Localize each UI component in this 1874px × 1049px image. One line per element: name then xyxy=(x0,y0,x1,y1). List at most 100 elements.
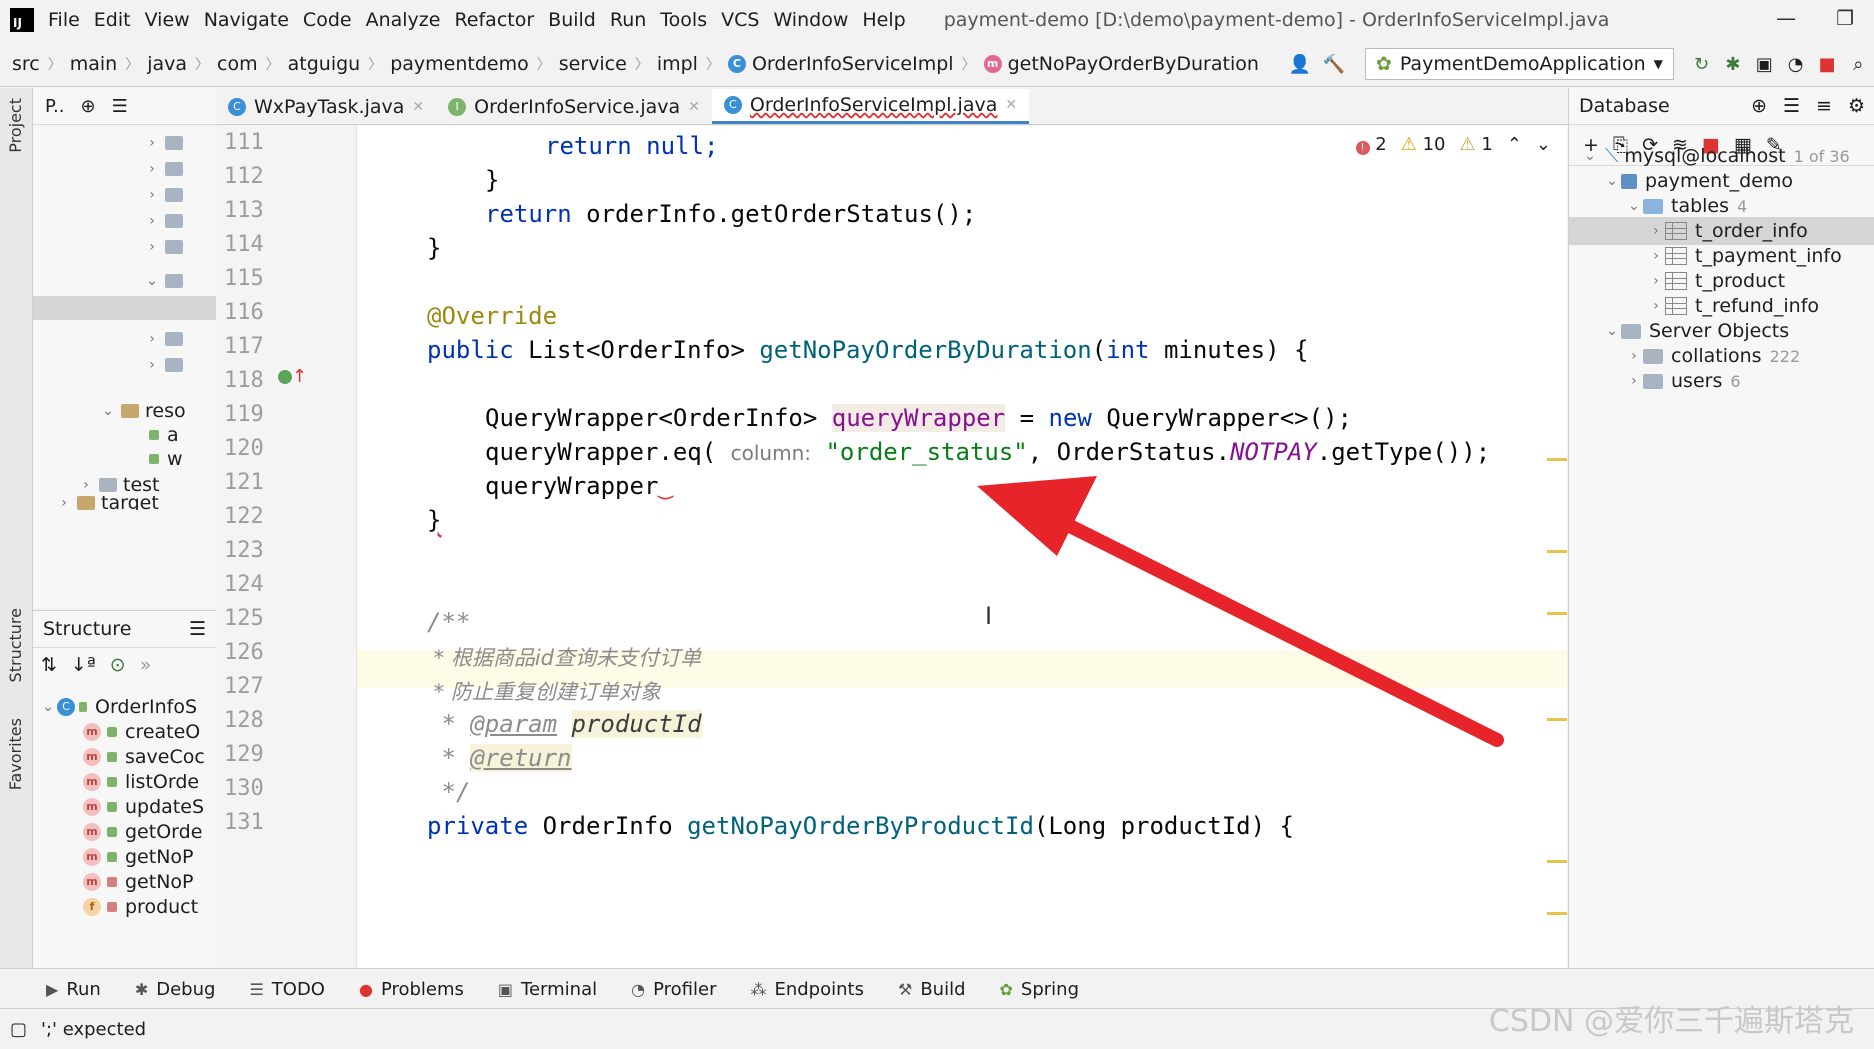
menu-tools[interactable]: Tools xyxy=(660,9,707,31)
menu-navigate[interactable]: Navigate xyxy=(204,9,289,31)
tree-row-config-file[interactable]: a xyxy=(149,422,179,448)
db-row-schema[interactable]: ⌄ payment_demo xyxy=(1603,167,1793,195)
menu-analyze[interactable]: Analyze xyxy=(366,9,441,31)
db-row-table[interactable]: › t_payment_info xyxy=(1647,242,1842,270)
override-arrow-icon[interactable]: ↑ xyxy=(292,366,307,387)
warning-marker[interactable] xyxy=(1547,912,1567,915)
tree-row[interactable]: › xyxy=(143,182,189,208)
tree-row[interactable]: › xyxy=(143,208,189,234)
rerun-icon[interactable]: ↻ xyxy=(1692,53,1711,75)
collapse-icon[interactable]: ☰ xyxy=(1783,95,1800,117)
crumb-paymentdemo[interactable]: paymentdemo xyxy=(390,53,529,75)
more-icon[interactable]: » xyxy=(140,654,152,676)
run-tool-button[interactable]: ▶ Run xyxy=(46,979,101,1000)
project-tool-tab[interactable]: Project xyxy=(6,98,25,153)
coverage-icon[interactable]: ▣ xyxy=(1755,53,1774,75)
structure-options-icon[interactable]: ☰ xyxy=(189,618,206,640)
structure-item[interactable]: m saveCoc xyxy=(83,743,205,771)
tab-orderinfoserviceimpl[interactable]: C OrderInfoServiceImpl.java ✕ xyxy=(711,89,1030,124)
tree-row-selected[interactable] xyxy=(33,296,216,320)
warning-marker[interactable] xyxy=(1547,458,1567,461)
db-row-table-selected[interactable]: › t_order_info xyxy=(1569,217,1874,245)
stop-icon[interactable]: ■ xyxy=(1817,53,1836,75)
terminal-tool-button[interactable]: ▣ Terminal xyxy=(498,979,597,1000)
tree-row[interactable]: › xyxy=(143,234,189,260)
project-view-selector[interactable]: P.. xyxy=(45,96,65,117)
todo-tool-button[interactable]: ☰ TODO xyxy=(249,979,325,1000)
crumb-com[interactable]: com xyxy=(217,53,258,75)
warning-marker[interactable] xyxy=(1547,718,1567,721)
endpoints-tool-button[interactable]: ⁂ Endpoints xyxy=(750,979,864,1000)
tree-row[interactable]: › xyxy=(143,352,189,378)
search-icon[interactable]: ⌕ xyxy=(1849,53,1868,75)
locate-icon[interactable]: ⊕ xyxy=(1751,95,1767,117)
menu-edit[interactable]: Edit xyxy=(94,9,131,31)
expand-icon[interactable]: ≡ xyxy=(1816,95,1832,117)
locate-icon[interactable]: ⊕ xyxy=(81,96,96,117)
db-row-tables[interactable]: ⌄ tables 4 xyxy=(1625,192,1747,220)
sort-visibility-icon[interactable]: ⇅ xyxy=(41,654,57,676)
crumb-impl[interactable]: impl xyxy=(657,53,698,75)
crumb-service[interactable]: service xyxy=(559,53,627,75)
crumb-atguigu[interactable]: atguigu xyxy=(288,53,361,75)
db-row-datasource[interactable]: ⌄ ⟍ mysql@localhost 1 of 36 xyxy=(1581,142,1850,170)
profile-icon[interactable]: ◔ xyxy=(1786,53,1805,75)
restore-icon[interactable]: ❐ xyxy=(1836,6,1854,30)
warning-marker[interactable] xyxy=(1547,860,1567,863)
warning-marker[interactable] xyxy=(1547,550,1567,553)
tab-wxpaytask[interactable]: C WxPayTask.java ✕ xyxy=(216,90,436,124)
close-icon[interactable]: ✕ xyxy=(412,99,424,115)
tree-row-target[interactable]: › target xyxy=(55,496,159,510)
debug-icon[interactable]: ✱ xyxy=(1723,53,1742,75)
tree-row-config-file[interactable]: w xyxy=(149,446,183,472)
run-configuration-select[interactable]: ✿ PaymentDemoApplication ▼ xyxy=(1364,48,1674,80)
profiler-tool-button[interactable]: ◔ Profiler xyxy=(631,979,716,1000)
build-tool-button[interactable]: ⚒ Build xyxy=(898,979,966,1000)
minimize-icon[interactable]: — xyxy=(1776,6,1796,30)
warning-marker[interactable] xyxy=(1547,612,1567,615)
tree-row[interactable]: › xyxy=(143,130,189,156)
build-hammer-icon[interactable]: 🔨 xyxy=(1323,53,1345,75)
structure-item[interactable]: m getNoP xyxy=(83,843,194,871)
crumb-main[interactable]: main xyxy=(70,53,117,75)
problems-tool-button[interactable]: ● Problems xyxy=(359,979,464,1000)
crumb-method[interactable]: getNoPayOrderByDuration xyxy=(1008,53,1259,75)
db-row-table[interactable]: › t_product xyxy=(1647,267,1785,295)
menu-view[interactable]: View xyxy=(145,9,190,31)
db-row-server-objects[interactable]: ⌄ Server Objects xyxy=(1603,317,1789,345)
structure-item[interactable]: m getOrde xyxy=(83,818,202,846)
menu-window[interactable]: Window xyxy=(773,9,848,31)
close-icon[interactable]: ✕ xyxy=(1005,97,1017,113)
tree-row[interactable]: › xyxy=(143,326,189,352)
db-row-users[interactable]: › users 6 xyxy=(1625,367,1740,395)
structure-item[interactable]: m createO xyxy=(83,718,200,746)
collapse-all-icon[interactable]: ☰ xyxy=(112,96,128,117)
show-inherited-icon[interactable]: ⊙ xyxy=(110,654,126,676)
structure-tool-tab[interactable]: Structure xyxy=(6,608,25,682)
db-row-table[interactable]: › t_refund_info xyxy=(1647,292,1819,320)
spring-tool-button[interactable]: ✿ Spring xyxy=(1000,979,1080,1000)
sort-alpha-icon[interactable]: ↓ª xyxy=(71,654,96,676)
structure-item[interactable]: m updateS xyxy=(83,793,204,821)
debug-tool-button[interactable]: ✱ Debug xyxy=(135,979,216,1000)
crumb-class[interactable]: OrderInfoServiceImpl xyxy=(752,53,954,75)
db-row-collations[interactable]: › collations 222 xyxy=(1625,342,1800,370)
favorites-tool-tab[interactable]: Favorites xyxy=(6,718,25,790)
structure-item[interactable]: f product xyxy=(83,893,198,921)
structure-item[interactable]: m getNoP xyxy=(83,868,194,896)
menu-refactor[interactable]: Refactor xyxy=(454,9,534,31)
menu-code[interactable]: Code xyxy=(303,9,352,31)
menu-run[interactable]: Run xyxy=(610,9,646,31)
menu-help[interactable]: Help xyxy=(862,9,905,31)
menu-vcs[interactable]: VCS xyxy=(721,9,759,31)
structure-item[interactable]: m listOrde xyxy=(83,768,199,796)
menu-file[interactable]: File xyxy=(48,9,80,31)
tree-row-resources[interactable]: ⌄ reso xyxy=(99,398,185,424)
tree-row[interactable]: ⌄ xyxy=(143,268,189,294)
tab-orderinfoservice[interactable]: I OrderInfoService.java ✕ xyxy=(436,90,712,124)
crumb-java[interactable]: java xyxy=(147,53,187,75)
menu-build[interactable]: Build xyxy=(548,9,596,31)
implements-gutter-icon[interactable] xyxy=(278,370,292,384)
crumb-src[interactable]: src xyxy=(12,53,40,75)
code-editor[interactable]: ! 2 ⚠ 10 ⚠ 1 ⌃ ⌄ return null; } return o… xyxy=(357,126,1567,968)
